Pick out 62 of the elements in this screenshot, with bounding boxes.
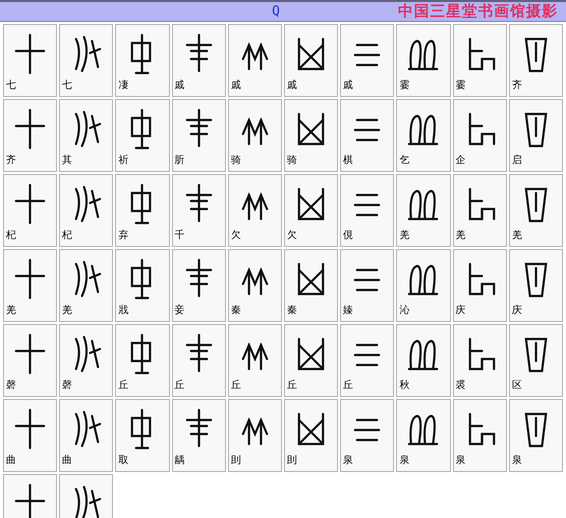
character-label: 妾: [174, 305, 185, 317]
character-label: 泉: [398, 455, 410, 467]
character-label: 千: [174, 230, 185, 242]
character-label: 肵: [174, 155, 185, 167]
character-label: 羌: [398, 230, 410, 242]
character-label: 骑: [286, 155, 297, 167]
character-label: 刞: [286, 455, 297, 467]
character-label: 企: [454, 155, 466, 167]
character-label: 启: [510, 155, 522, 167]
character-label: 凄: [117, 80, 128, 92]
character-label: 羌: [510, 230, 522, 242]
character-label: 秦: [230, 305, 241, 317]
character-label: 棋: [342, 155, 354, 167]
character-label: 俔: [342, 230, 354, 242]
character-label: 曲: [5, 455, 16, 467]
character-label: 裘: [454, 380, 466, 392]
character-label: 七: [5, 80, 16, 92]
character-label: 戕: [117, 305, 128, 317]
character-label: 七: [61, 80, 72, 92]
character-label: 杞: [61, 230, 72, 242]
character-label: 秋: [398, 380, 410, 392]
character-label: 刞: [230, 455, 241, 467]
character-label: 霎: [454, 80, 466, 92]
character-label: 欠: [286, 230, 297, 242]
character-label: 杞: [5, 230, 16, 242]
character-label: 秦: [286, 305, 297, 317]
character-label: 丘: [174, 380, 185, 392]
character-label: 齐: [510, 80, 522, 92]
character-label: 泉: [454, 455, 466, 467]
character-label: 羌: [5, 305, 16, 317]
character-label: 乞: [398, 155, 410, 167]
index-letter: Q: [272, 4, 280, 19]
character-label: 其: [61, 155, 72, 167]
character-label: 庆: [454, 305, 466, 317]
character-label: 戚: [230, 80, 241, 92]
character-label: 齐: [5, 155, 16, 167]
character-label: 羌: [61, 305, 72, 317]
character-label: 嫀: [342, 305, 354, 317]
character-label: 磬: [61, 380, 72, 392]
character-label: 曲: [61, 455, 72, 467]
character-label: 丘: [230, 380, 241, 392]
character-label: 祈: [117, 155, 128, 167]
character-label: 丘: [286, 380, 297, 392]
site-title: 中国三星堂书画馆摄影: [398, 2, 558, 21]
character-label: 戚: [286, 80, 297, 92]
character-label: 弃: [117, 230, 128, 242]
character-label: 区: [510, 380, 522, 392]
character-label: 沁: [398, 305, 410, 317]
character-label: 丘: [117, 380, 128, 392]
character-label: 骑: [230, 155, 241, 167]
character-label: 庆: [510, 305, 522, 317]
character-label: 霎: [398, 80, 410, 92]
character-label: 戚: [342, 80, 354, 92]
character-label: 欠: [230, 230, 241, 242]
character-label: 取: [117, 455, 128, 467]
character-label: 羌: [454, 230, 466, 242]
character-label: 戚: [174, 80, 185, 92]
character-label: 磬: [5, 380, 16, 392]
character-label: 龋: [174, 455, 185, 467]
character-label: 泉: [510, 455, 522, 467]
character-label: 泉: [342, 455, 354, 467]
character-label: 丘: [342, 380, 354, 392]
